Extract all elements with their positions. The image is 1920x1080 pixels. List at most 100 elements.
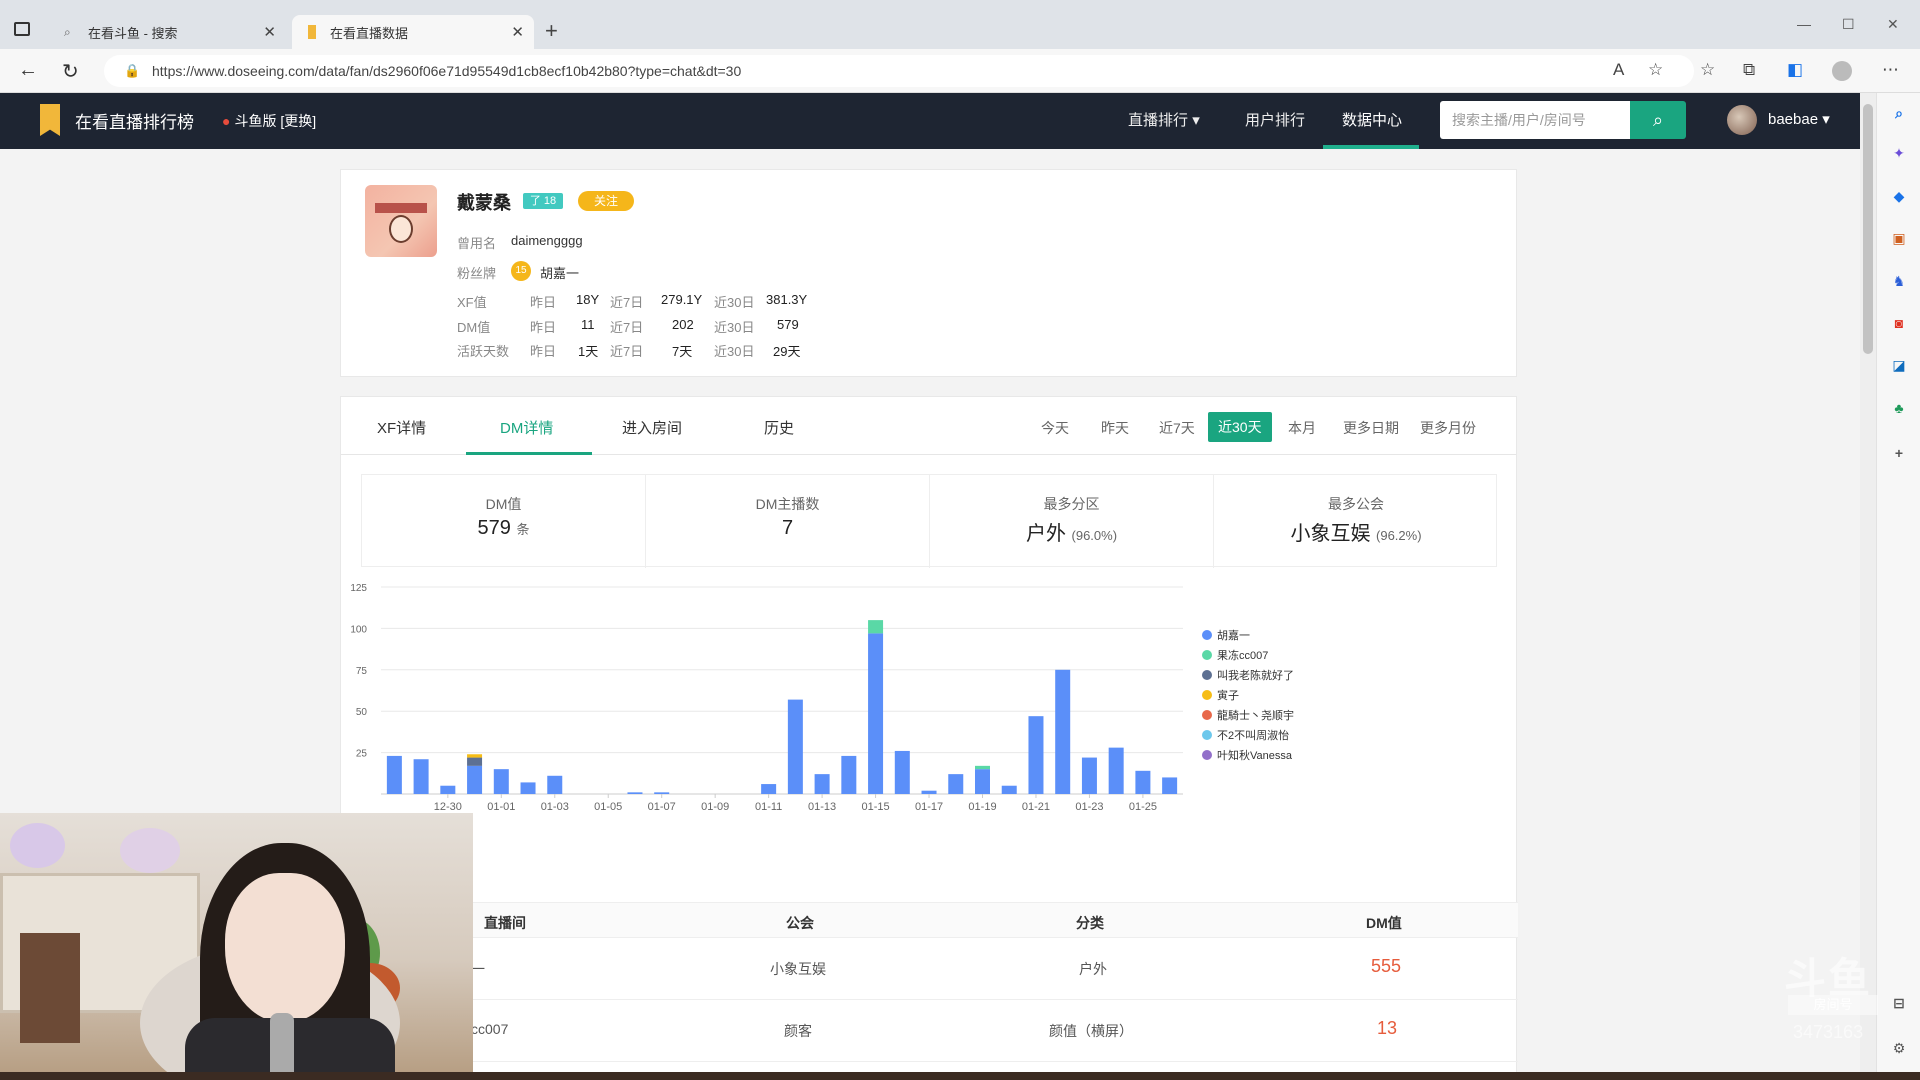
read-aloud-icon[interactable]: A bbox=[1613, 60, 1624, 80]
browser-tab-active[interactable]: 在看直播数据 ✕ bbox=[292, 15, 534, 49]
stat-row-label: 活跃天数 bbox=[457, 344, 510, 359]
range-yesterday[interactable]: 昨天 bbox=[1101, 418, 1129, 438]
minimize-icon[interactable]: — bbox=[1797, 16, 1811, 32]
profile-card: 戴蒙桑 了 18 关注 曾用名 daimengggg 粉丝牌 15 胡嘉一 XF… bbox=[340, 169, 1517, 377]
site-location[interactable]: ● 斗鱼版 [更换] bbox=[222, 111, 316, 131]
new-tab-icon[interactable]: + bbox=[545, 18, 558, 44]
close-icon[interactable]: ✕ bbox=[263, 23, 276, 41]
stat-value: 11 bbox=[581, 317, 595, 332]
add-icon[interactable]: + bbox=[1889, 443, 1909, 463]
header-category: 分类 bbox=[1076, 915, 1104, 931]
stat-value: 381.3Y bbox=[766, 292, 808, 307]
stat-value: 户外 (96.0%) bbox=[1025, 523, 1118, 545]
refresh-icon[interactable]: ↻ bbox=[62, 59, 79, 84]
bar bbox=[1108, 747, 1124, 794]
stat-label: 最多公会 bbox=[1328, 496, 1384, 512]
range-this-month[interactable]: 本月 bbox=[1288, 418, 1316, 438]
window-close-icon[interactable]: ✕ bbox=[1887, 16, 1899, 33]
legend-marker bbox=[1202, 750, 1212, 760]
tools-icon[interactable]: ▣ bbox=[1889, 228, 1909, 248]
range-more-dates[interactable]: 更多日期 bbox=[1343, 418, 1399, 438]
search-button[interactable]: ⌕ bbox=[1630, 101, 1686, 139]
scrollbar-thumb[interactable] bbox=[1863, 104, 1873, 354]
add-favorite-icon[interactable]: ☆ bbox=[1648, 60, 1663, 80]
shopping-icon[interactable]: ◆ bbox=[1889, 186, 1909, 206]
header-room: 直播间 bbox=[484, 915, 526, 931]
bar bbox=[627, 792, 643, 794]
period-label: 近7日 bbox=[610, 295, 644, 310]
avatar[interactable] bbox=[1727, 105, 1757, 135]
outlook-icon[interactable]: ◪ bbox=[1889, 355, 1909, 375]
summary-stats: DM值 579 条 DM主播数 7 最多分区 户外 (96.0%) 最多公会 小… bbox=[361, 474, 1497, 568]
tab-title: 在看直播数据 bbox=[330, 25, 409, 41]
copilot-icon[interactable]: ✦ bbox=[1889, 143, 1909, 163]
range-more-months[interactable]: 更多月份 bbox=[1420, 418, 1476, 438]
bar bbox=[467, 765, 483, 794]
cell-category: 户外 bbox=[1079, 961, 1107, 977]
back-icon[interactable]: ← bbox=[18, 59, 38, 82]
caret-down-icon: ▾ bbox=[1822, 111, 1830, 128]
tree-icon[interactable]: ♣ bbox=[1889, 398, 1909, 418]
tab-actions-icon[interactable] bbox=[14, 22, 30, 36]
x-tick-label: 01-15 bbox=[861, 801, 889, 813]
bar bbox=[547, 775, 563, 794]
tab-xf-detail[interactable]: XF详情 bbox=[377, 417, 426, 438]
room-number: 3473163 bbox=[1793, 1022, 1864, 1042]
used-name-label: 曾用名 bbox=[457, 236, 497, 251]
legend-label: 不2不叫周淑怡 bbox=[1217, 728, 1289, 742]
table-row[interactable]: 一 小象互娱 户外 555 bbox=[341, 938, 1518, 1000]
favorites-icon[interactable]: ☆ bbox=[1700, 60, 1715, 80]
legend-label: 叫我老陈就好了 bbox=[1217, 668, 1294, 682]
table-row[interactable]: cc007 颜客 颜值（横屏） 13 bbox=[341, 1000, 1518, 1062]
cell-room[interactable]: 一 bbox=[471, 959, 485, 979]
bar bbox=[975, 769, 990, 794]
bar bbox=[1001, 785, 1017, 794]
fan-badge-label: 粉丝牌 bbox=[457, 266, 497, 281]
browser-tab-search[interactable]: ⌕ 在看斗鱼 - 搜索 ✕ bbox=[52, 15, 286, 49]
panel-icon[interactable]: ⊟ bbox=[1889, 993, 1909, 1013]
range-7days[interactable]: 近7天 bbox=[1159, 418, 1195, 438]
site-title[interactable]: 在看直播排行榜 bbox=[75, 108, 194, 133]
bar bbox=[440, 785, 456, 794]
url-field[interactable]: 🔒 https://www.doseeing.com/data/fan/ds29… bbox=[104, 55, 1694, 87]
bar bbox=[868, 620, 884, 634]
settings-icon[interactable]: ⚙ bbox=[1889, 1038, 1909, 1058]
tab-title: 在看斗鱼 - 搜索 bbox=[88, 25, 178, 41]
browser-essentials-icon[interactable]: ◧ bbox=[1787, 60, 1803, 80]
webcam-microphone bbox=[270, 1013, 294, 1080]
tab-enter-room[interactable]: 进入房间 bbox=[622, 417, 682, 438]
nav-user-rank[interactable]: 用户排行 bbox=[1245, 109, 1305, 130]
more-icon[interactable]: ⋯ bbox=[1882, 60, 1899, 80]
url-text: https://www.doseeing.com/data/fan/ds2960… bbox=[152, 63, 742, 79]
nav-live-rank[interactable]: 直播排行 ▾ bbox=[1128, 109, 1200, 130]
close-icon[interactable]: ✕ bbox=[511, 23, 524, 41]
tab-history[interactable]: 历史 bbox=[764, 417, 794, 438]
site-logo[interactable] bbox=[40, 104, 60, 136]
stat-value: 7天 bbox=[672, 344, 693, 359]
maximize-icon[interactable]: ☐ bbox=[1842, 16, 1855, 33]
games-icon[interactable]: ♞ bbox=[1889, 271, 1909, 291]
cell-dm: 555 bbox=[1371, 956, 1402, 976]
level-badge: 了 18 bbox=[523, 193, 563, 209]
range-today[interactable]: 今天 bbox=[1041, 418, 1069, 438]
legend-marker bbox=[1202, 710, 1212, 720]
nav-data-center[interactable]: 数据中心 bbox=[1342, 109, 1402, 130]
search-input[interactable]: 搜索主播/用户/房间号 bbox=[1440, 101, 1630, 139]
collections-icon[interactable]: ⧉ bbox=[1743, 60, 1755, 80]
profile-name: 戴蒙桑 bbox=[457, 193, 511, 213]
dm-bar-chart[interactable]: 25 50 75 100 125 12-30 01-01 01-03 01-05 01-07 01-… bbox=[341, 577, 1518, 877]
profile-icon[interactable] bbox=[1832, 61, 1852, 81]
y-tick-label: 75 bbox=[356, 666, 368, 677]
bar bbox=[841, 755, 857, 794]
user-menu[interactable]: baebae ▾ bbox=[1768, 110, 1830, 128]
tab-dm-detail[interactable]: DM详情 bbox=[500, 417, 553, 438]
cell-room[interactable]: cc007 bbox=[471, 1021, 508, 1037]
webcam-overlay bbox=[0, 813, 473, 1080]
period-label: 昨日 bbox=[530, 344, 557, 359]
office-icon[interactable]: ◙ bbox=[1889, 313, 1909, 333]
search-icon[interactable]: ⌕ bbox=[1889, 103, 1909, 123]
follow-button[interactable]: 关注 bbox=[578, 191, 634, 211]
stat-value: 7 bbox=[781, 517, 794, 539]
range-30days[interactable]: 近30天 bbox=[1208, 412, 1272, 442]
stat-row-label: XF值 bbox=[457, 295, 487, 310]
